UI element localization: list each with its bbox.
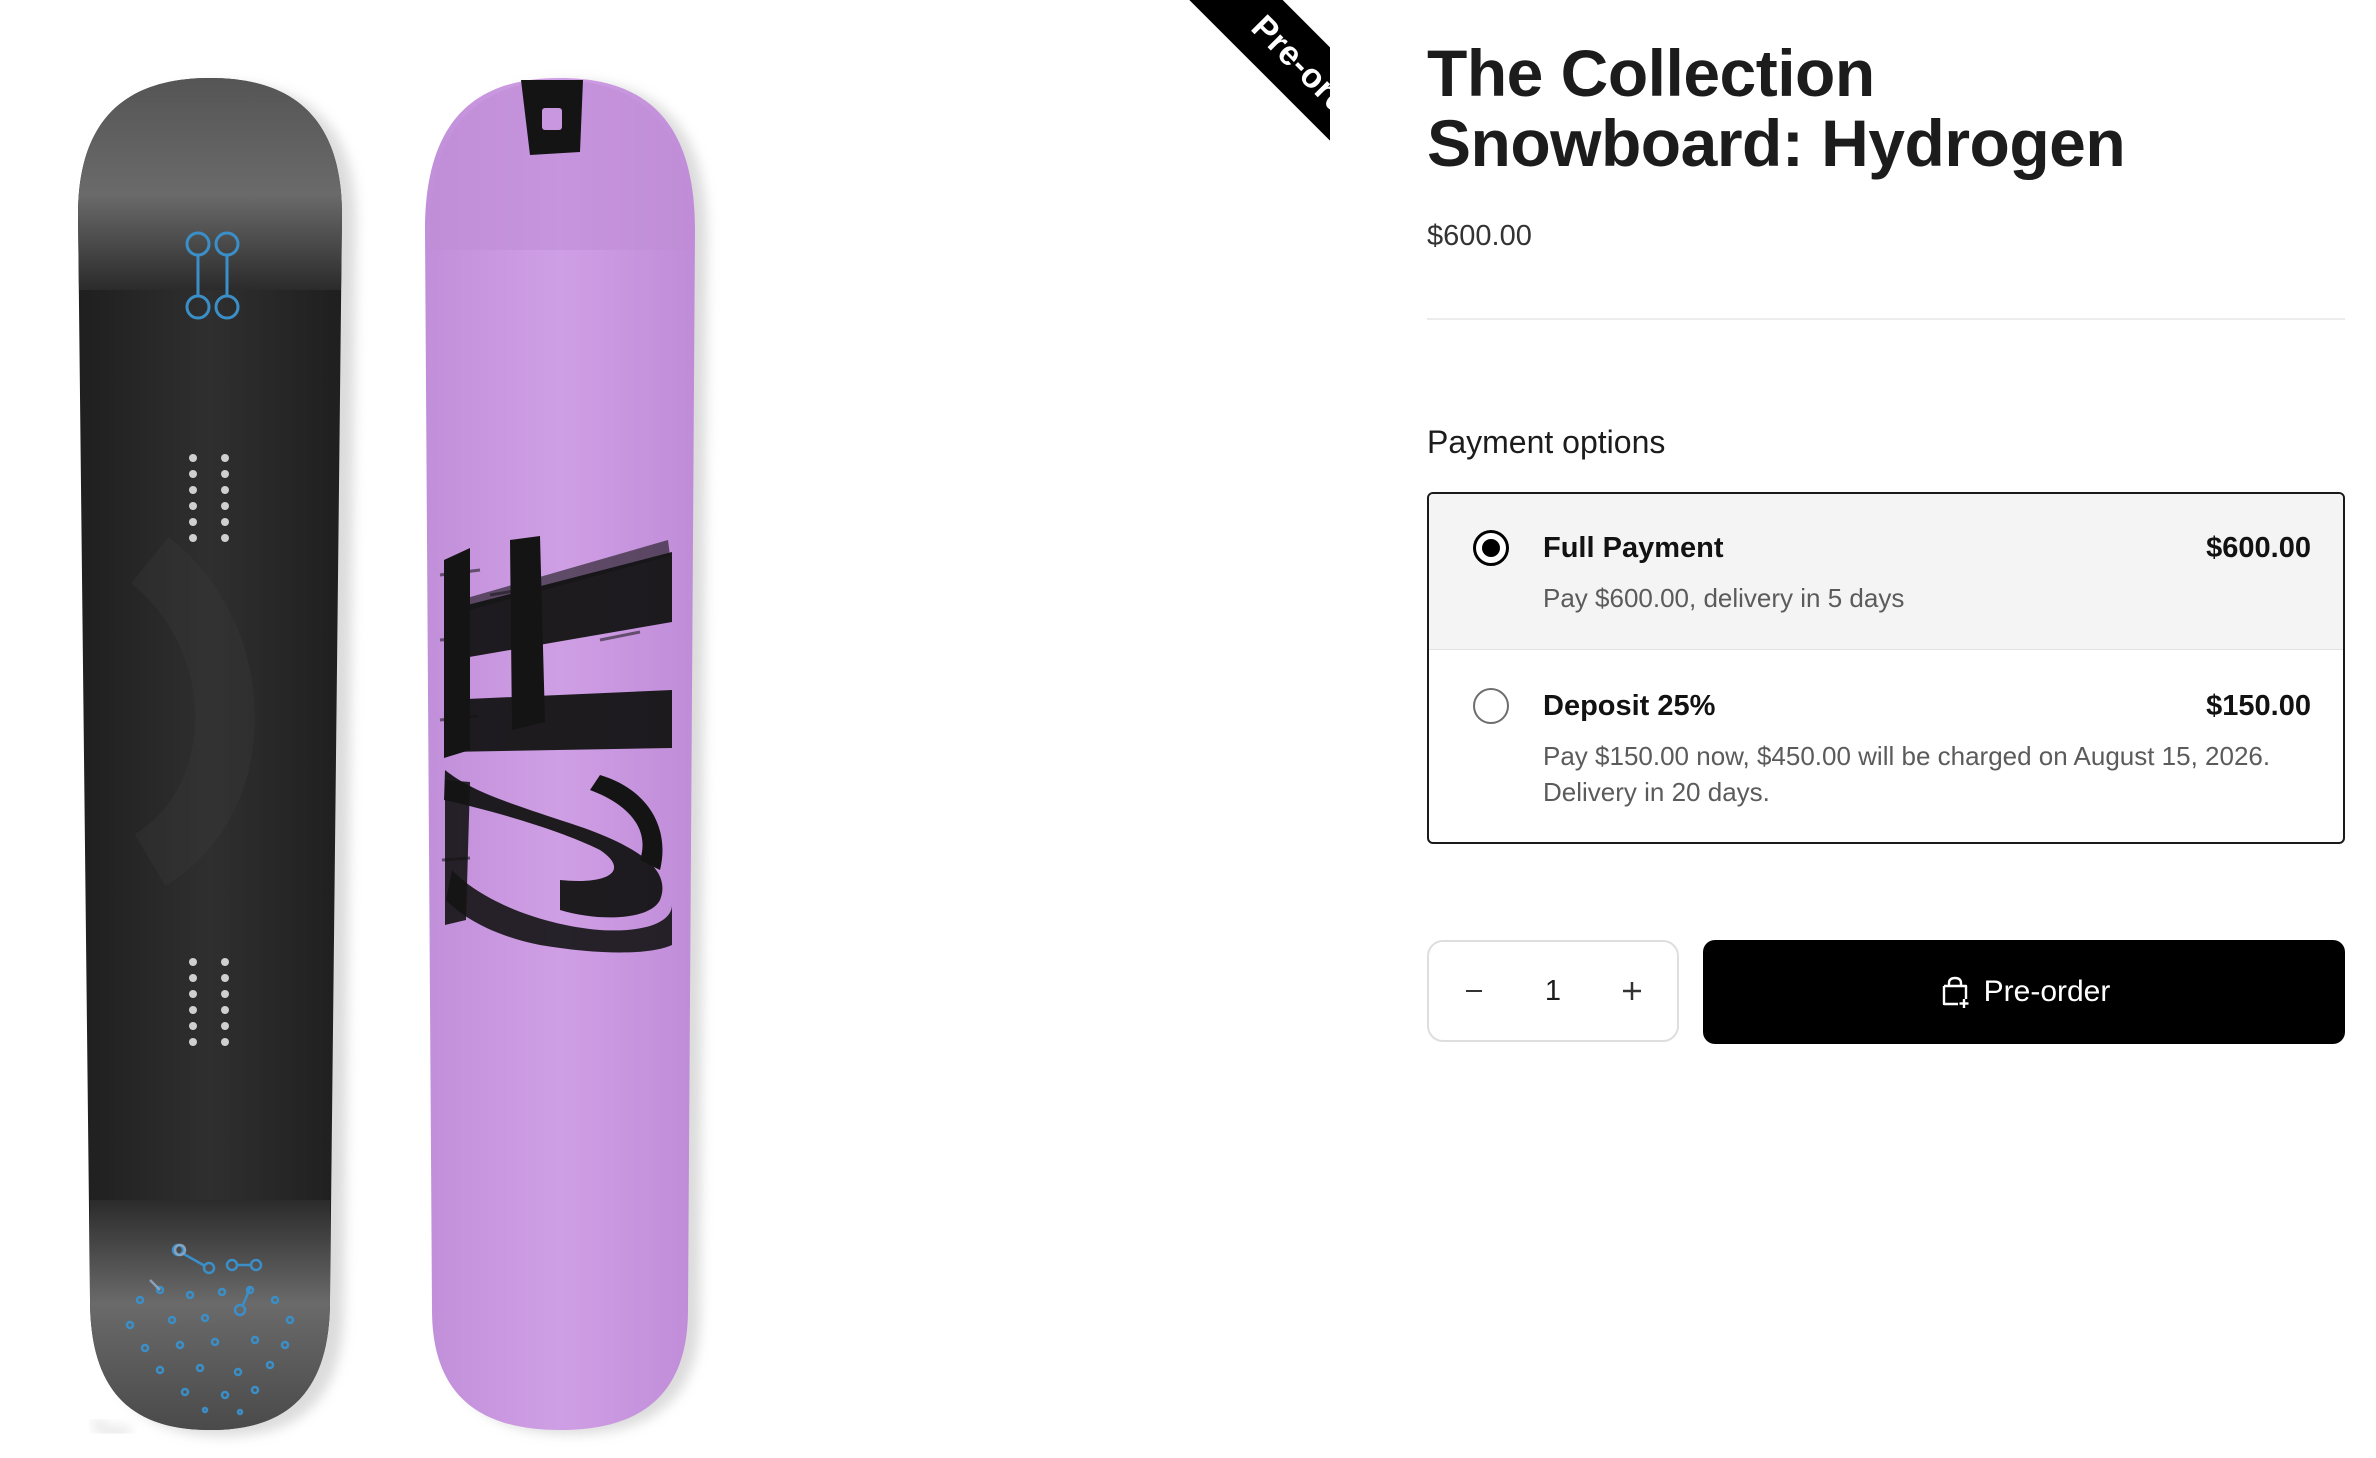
product-title-line2: Snowboard: Hydrogen	[1427, 106, 2126, 180]
preorder-button[interactable]: Pre-order	[1703, 940, 2345, 1044]
product-title-line1: The Collection	[1427, 36, 1875, 110]
payment-options: Full Payment $600.00 Pay $600.00, delive…	[1427, 492, 2345, 844]
plus-icon	[1623, 982, 1641, 1000]
quantity-decrease-button[interactable]	[1439, 942, 1509, 1040]
product-price: $600.00	[1427, 220, 1532, 252]
option-price: $600.00	[2206, 532, 2311, 564]
radio-deposit[interactable]	[1473, 688, 1509, 724]
option-description: Pay $600.00, delivery in 5 days	[1543, 583, 1905, 613]
divider	[1427, 318, 2345, 320]
quantity-increase-button[interactable]	[1597, 942, 1667, 1040]
product-image[interactable]	[0, 0, 1330, 1458]
preorder-badge: Pre-order	[1172, 0, 1330, 200]
option-price: $150.00	[2206, 690, 2311, 722]
product-title: The Collection Snowboard: Hydrogen	[1427, 38, 2345, 178]
quantity-stepper	[1427, 940, 1679, 1042]
snowboard-top-sheet	[78, 78, 356, 1438]
snowboard-base	[425, 78, 707, 1434]
payment-option-full[interactable]: Full Payment $600.00 Pay $600.00, delive…	[1429, 494, 2343, 650]
bag-plus-icon	[1938, 975, 1972, 1009]
product-info: The Collection Snowboard: Hydrogen $600.…	[1427, 0, 2345, 1458]
option-name: Deposit 25%	[1543, 690, 1716, 722]
preorder-badge-wrap: Pre-order	[1080, 0, 1330, 200]
preorder-button-label: Pre-order	[1983, 975, 2111, 1008]
payment-option-deposit[interactable]: Deposit 25% $150.00 Pay $150.00 now, $45…	[1429, 650, 2343, 842]
radio-full-payment[interactable]	[1473, 530, 1509, 566]
product-gallery: Pre-order	[0, 0, 1330, 1458]
minus-icon	[1466, 990, 1482, 992]
payment-options-heading: Payment options	[1427, 424, 1666, 460]
option-name: Full Payment	[1543, 532, 1724, 564]
option-description: Pay $150.00 now, $450.00 will be charged…	[1543, 741, 2271, 807]
quantity-input[interactable]	[1511, 966, 1595, 1016]
